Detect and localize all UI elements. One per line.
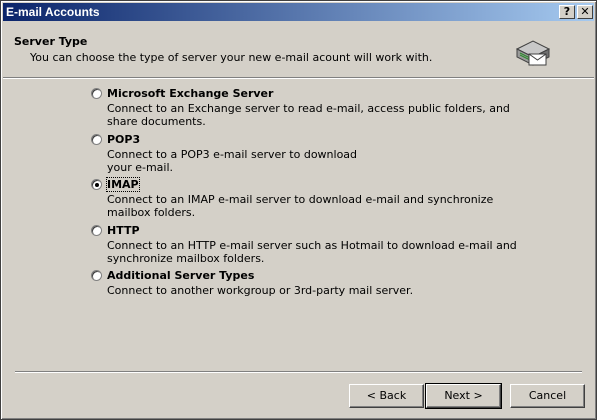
imap-description-line: mailbox folders.: [107, 206, 196, 219]
exchange-description-line: share documents.: [107, 115, 206, 128]
footer-divider: [15, 371, 582, 373]
mail-server-icon: [515, 35, 551, 72]
header-divider: [3, 77, 594, 79]
pop3-description-line: your e-mail.: [107, 161, 174, 174]
exchange-description-line: Connect to an Exchange server to read e-…: [107, 102, 510, 115]
back-button[interactable]: < Back: [349, 384, 424, 408]
close-button[interactable]: ✕: [577, 5, 593, 19]
next-button[interactable]: Next >: [425, 383, 502, 409]
window-title: E-mail Accounts: [6, 5, 100, 19]
title-bar[interactable]: E-mail Accounts ? ✕: [3, 3, 594, 21]
additional-description-line: Connect to another workgroup or 3rd-part…: [107, 284, 414, 297]
http-description: Connect to an HTTP e-mail server such as…: [107, 239, 517, 265]
imap-description-line: Connect to an IMAP e-mail server to down…: [107, 193, 494, 206]
exchange-radio[interactable]: [91, 88, 102, 99]
page-title: Server Type: [14, 35, 88, 48]
additional-radio[interactable]: [91, 270, 102, 281]
http-label[interactable]: HTTP: [107, 224, 140, 237]
http-description-line: Connect to an HTTP e-mail server such as…: [107, 239, 517, 252]
pop3-description-line: Connect to a POP3 e-mail server to downl…: [107, 148, 358, 161]
exchange-description: Connect to an Exchange server to read e-…: [107, 102, 510, 128]
help-button[interactable]: ?: [559, 5, 575, 19]
imap-radio[interactable]: [91, 179, 102, 190]
pop3-radio[interactable]: [91, 134, 102, 145]
wizard-header: Server Type You can choose the type of s…: [3, 21, 594, 77]
http-radio[interactable]: [91, 225, 102, 236]
imap-label[interactable]: IMAP: [106, 177, 140, 192]
additional-description: Connect to another workgroup or 3rd-part…: [107, 284, 467, 297]
cancel-button[interactable]: Cancel: [510, 384, 585, 408]
exchange-label[interactable]: Microsoft Exchange Server: [107, 87, 273, 100]
pop3-description: Connect to a POP3 e-mail server to downl…: [107, 148, 467, 174]
imap-description: Connect to an IMAP e-mail server to down…: [107, 193, 494, 219]
http-description-line: synchronize mailbox folders.: [107, 252, 265, 265]
pop3-label[interactable]: POP3: [107, 133, 140, 146]
additional-label[interactable]: Additional Server Types: [107, 269, 254, 282]
page-subtitle: You can choose the type of server your n…: [30, 51, 433, 64]
email-accounts-dialog: E-mail Accounts ? ✕ Server Type You can …: [0, 0, 597, 420]
